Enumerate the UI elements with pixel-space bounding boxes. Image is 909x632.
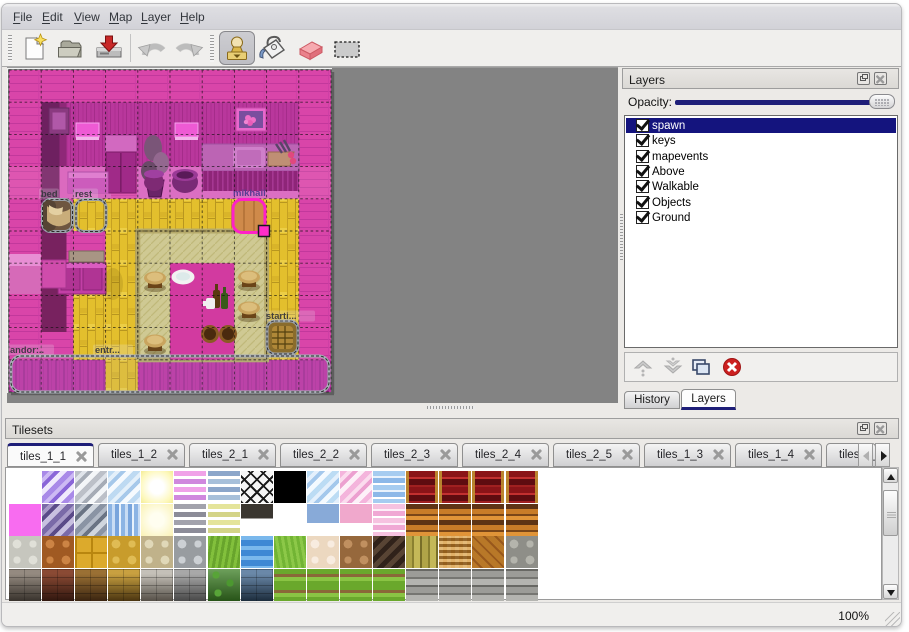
svg-text:starti...: starti...	[266, 311, 296, 321]
svg-text:entr...: entr...	[95, 345, 120, 355]
svg-text:mikhail: mikhail	[233, 188, 266, 199]
svg-text:bed: bed	[41, 189, 58, 199]
svg-text:andor:..: andor:..	[10, 345, 44, 355]
svg-text:rest: rest	[75, 189, 92, 199]
